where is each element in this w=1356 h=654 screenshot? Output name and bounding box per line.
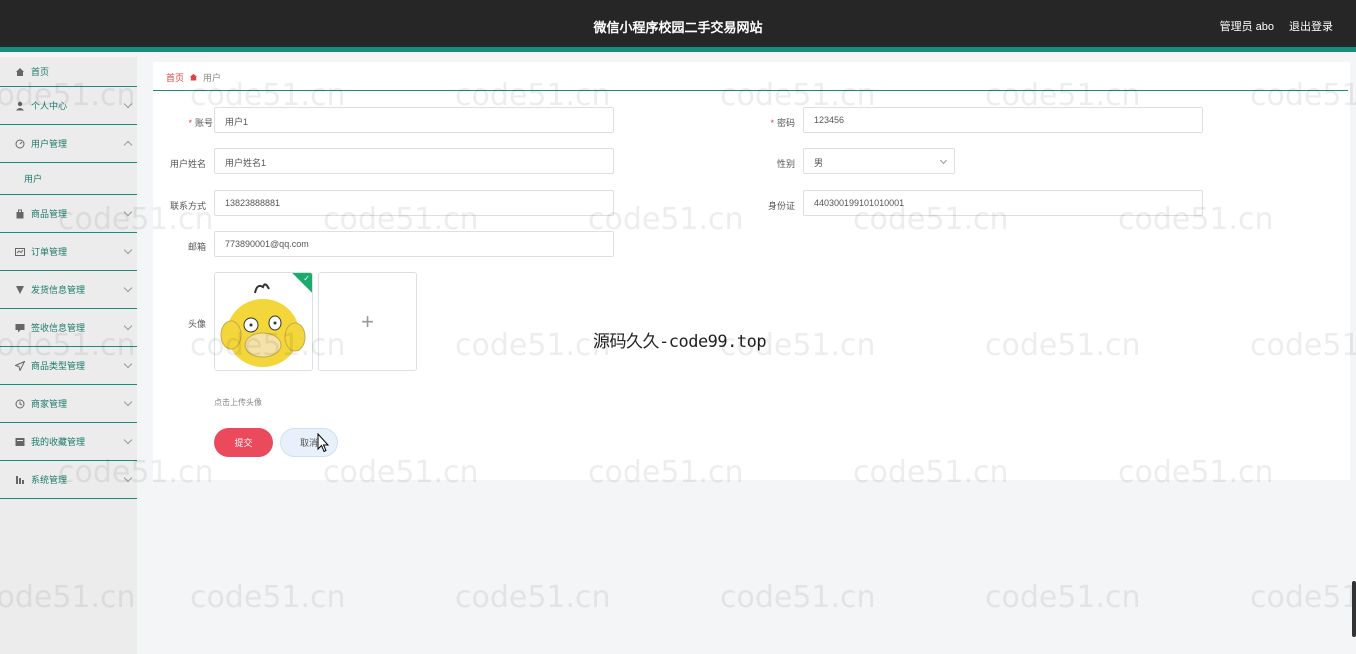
sidebar-item-profile[interactable]: 个人中心 xyxy=(0,87,137,125)
name-field[interactable]: 用户姓名1 xyxy=(214,148,614,174)
home-icon xyxy=(14,66,25,77)
chevron-down-icon xyxy=(123,435,133,445)
sidebar-item-label: 个人中心 xyxy=(31,101,68,111)
gender-select[interactable]: 男 xyxy=(803,148,955,174)
idcard-label: 身份证 xyxy=(767,201,795,211)
watermark: code51.cn xyxy=(455,580,611,615)
upload-button[interactable]: + xyxy=(318,272,417,371)
sidebar-item-label: 商家管理 xyxy=(31,399,68,409)
settings-icon xyxy=(14,474,25,485)
overlay-caption: 源码久久-code99.top xyxy=(593,332,767,352)
upload-hint: 点击上传头像 xyxy=(214,398,262,407)
app-title: 微信小程序校园二手交易网站 xyxy=(593,20,763,35)
watermark: code51.cn xyxy=(1250,580,1356,615)
clock-icon xyxy=(14,398,25,409)
logout-link[interactable]: 退出登录 xyxy=(1289,18,1333,34)
plus-icon: + xyxy=(361,308,374,334)
phone-label: 联系方式 xyxy=(169,201,206,211)
chevron-down-icon xyxy=(123,321,133,331)
sign-icon xyxy=(14,322,25,333)
sidebar-item-goods-type[interactable]: 商品类型管理 xyxy=(0,347,137,385)
sidebar-item-label: 商品类型管理 xyxy=(31,361,86,371)
mouse-cursor-icon xyxy=(317,433,329,453)
form-card: 首页 用户 * 账号 用户1 * 密码 123456 用户姓名 用户姓名1 性别 男… xyxy=(153,62,1350,480)
sidebar-item-merchant[interactable]: 商家管理 xyxy=(0,385,137,423)
submit-button[interactable]: 提交 xyxy=(214,428,273,457)
breadcrumb: 首页 用户 xyxy=(166,71,221,84)
email-label: 邮箱 xyxy=(187,242,206,252)
account-label: * 账号 xyxy=(188,118,213,128)
star-icon xyxy=(14,436,25,447)
sidebar-item-label: 签收信息管理 xyxy=(31,323,86,333)
chevron-up-icon xyxy=(123,140,133,150)
sidebar-item-favorites[interactable]: 我的收藏管理 xyxy=(0,423,137,461)
sidebar: 首页 个人中心 用户管理 用户 商品管理 订单管理 发货信息管理 签收信息管理 … xyxy=(0,57,137,654)
sidebar-item-user-management[interactable]: 用户管理 xyxy=(0,125,137,163)
chevron-down-icon xyxy=(123,99,133,109)
breadcrumb-current: 用户 xyxy=(203,73,222,83)
sidebar-item-orders[interactable]: 订单管理 xyxy=(0,233,137,271)
gender-label: 性别 xyxy=(776,159,795,169)
cancel-button[interactable]: 取消 xyxy=(280,428,338,457)
sidebar-item-label: 订单管理 xyxy=(31,247,68,257)
check-icon: ✓ xyxy=(303,274,310,283)
chevron-down-icon xyxy=(123,245,133,255)
avatar-label: 头像 xyxy=(187,319,206,329)
scrollbar-thumb[interactable] xyxy=(1352,581,1356,637)
sidebar-subitem-user[interactable]: 用户 xyxy=(0,163,137,195)
account-field[interactable]: 用户1 xyxy=(214,107,614,133)
gauge-icon xyxy=(14,138,25,149)
sidebar-item-label: 发货信息管理 xyxy=(31,285,86,295)
sidebar-item-sign[interactable]: 签收信息管理 xyxy=(0,309,137,347)
breadcrumb-home[interactable]: 首页 xyxy=(166,71,184,84)
chevron-down-icon xyxy=(123,473,133,483)
watermark: code51.cn xyxy=(985,580,1141,615)
shipping-icon xyxy=(14,284,25,295)
name-label: 用户姓名 xyxy=(169,159,206,169)
gender-value: 男 xyxy=(814,158,824,168)
email-field[interactable]: 773890001@qq.com xyxy=(214,231,614,257)
chevron-down-icon xyxy=(123,359,133,369)
chevron-down-icon xyxy=(123,283,133,293)
home-icon xyxy=(189,73,198,83)
chevron-down-icon xyxy=(123,397,133,407)
bag-icon xyxy=(14,208,25,219)
chevron-down-icon xyxy=(939,156,948,165)
watermark: code51.cn xyxy=(720,580,876,615)
sidebar-item-label: 用户管理 xyxy=(31,139,68,149)
send-icon xyxy=(14,360,25,371)
current-user: 管理员 abo xyxy=(1219,21,1274,33)
phone-field[interactable]: 13823888881 xyxy=(214,190,614,216)
sidebar-item-label: 我的收藏管理 xyxy=(31,437,86,447)
watermark: code51.cn xyxy=(190,580,346,615)
sidebar-item-shipping[interactable]: 发货信息管理 xyxy=(0,271,137,309)
sidebar-item-system[interactable]: 系统管理 xyxy=(0,461,137,499)
top-bar: 微信小程序校园二手交易网站 管理员 abo 退出登录 xyxy=(0,0,1356,52)
password-label: * 密码 xyxy=(770,118,795,128)
idcard-field[interactable]: 440300199101010001 xyxy=(803,190,1203,216)
order-icon xyxy=(14,246,25,257)
duck-avatar-icon xyxy=(215,273,312,370)
user-icon xyxy=(14,100,25,111)
avatar-image[interactable]: ✓ xyxy=(214,272,313,371)
sidebar-item-goods[interactable]: 商品管理 xyxy=(0,195,137,233)
sidebar-item-label: 商品管理 xyxy=(31,209,68,219)
sidebar-item-label: 系统管理 xyxy=(31,475,68,485)
password-field[interactable]: 123456 xyxy=(803,107,1203,133)
sidebar-item-label: 首页 xyxy=(31,67,50,77)
divider xyxy=(153,90,1348,91)
chevron-down-icon xyxy=(123,207,133,217)
sidebar-item-home[interactable]: 首页 xyxy=(0,57,137,87)
